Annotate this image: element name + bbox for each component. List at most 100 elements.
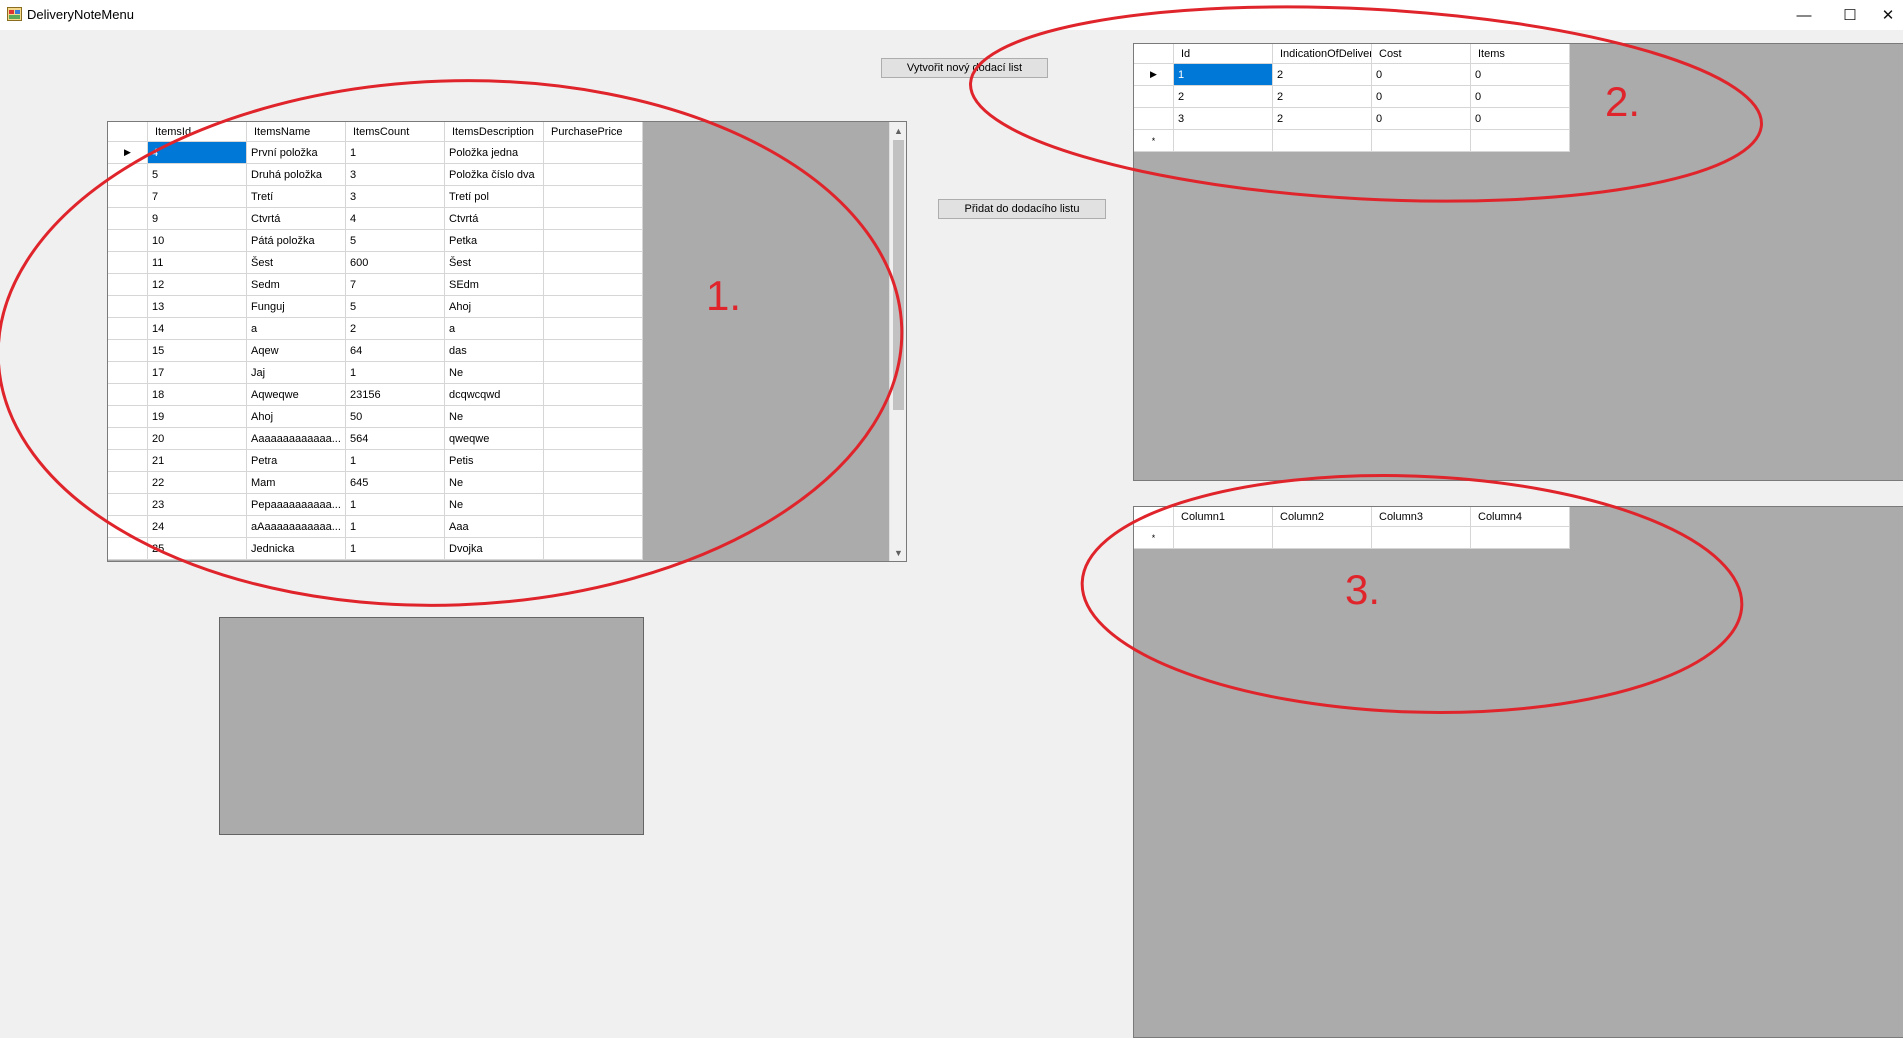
table-cell[interactable] [1372, 130, 1471, 152]
table-cell[interactable]: Funguj [247, 296, 346, 318]
add-to-delivery-note-button[interactable]: Přidat do dodacího listu [938, 199, 1106, 219]
table-cell[interactable]: das [445, 340, 544, 362]
table-cell[interactable]: 64 [346, 340, 445, 362]
table-cell[interactable] [544, 538, 643, 560]
table-cell[interactable] [544, 164, 643, 186]
table-cell[interactable]: 0 [1372, 86, 1471, 108]
table-row[interactable]: ▶ 1 2 0 0 [1134, 64, 1570, 86]
table-cell[interactable]: Ne [445, 406, 544, 428]
row-header[interactable] [108, 516, 148, 538]
row-header[interactable] [108, 428, 148, 450]
row-header[interactable] [108, 164, 148, 186]
table-cell[interactable]: 5 [346, 296, 445, 318]
row-header[interactable] [108, 362, 148, 384]
table-cell[interactable]: Aqew [247, 340, 346, 362]
table-cell[interactable]: 7 [148, 186, 247, 208]
row-header[interactable] [108, 406, 148, 428]
column-header[interactable]: Column2 [1273, 507, 1372, 527]
table-cell[interactable]: 2 [1273, 64, 1372, 86]
table-cell[interactable]: 3 [1174, 108, 1273, 130]
table-cell[interactable]: 1 [346, 142, 445, 164]
table-row[interactable]: 14 a 2 a [108, 318, 643, 340]
column-header[interactable]: ItemsCount [346, 122, 445, 142]
table-cell[interactable]: 600 [346, 252, 445, 274]
row-header[interactable] [108, 252, 148, 274]
table-cell[interactable] [1471, 130, 1570, 152]
table-row[interactable]: 13 Funguj 5 Ahoj [108, 296, 643, 318]
table-cell[interactable]: 1 [346, 516, 445, 538]
row-header[interactable] [108, 494, 148, 516]
table-cell[interactable]: 1 [346, 494, 445, 516]
row-header[interactable] [108, 450, 148, 472]
table-cell[interactable] [1174, 527, 1273, 549]
table-row[interactable]: 19 Ahoj 50 Ne [108, 406, 643, 428]
table-row[interactable]: 15 Aqew 64 das [108, 340, 643, 362]
table-cell[interactable]: Pátá položka [247, 230, 346, 252]
table-cell[interactable]: 19 [148, 406, 247, 428]
row-header[interactable] [108, 318, 148, 340]
table-cell[interactable]: Druhá položka [247, 164, 346, 186]
table-cell[interactable]: První položka [247, 142, 346, 164]
row-header[interactable] [108, 340, 148, 362]
table-cell[interactable] [544, 362, 643, 384]
table-cell[interactable]: 25 [148, 538, 247, 560]
table-cell[interactable]: Ne [445, 472, 544, 494]
row-header[interactable] [108, 538, 148, 560]
scroll-down-icon[interactable]: ▼ [890, 544, 906, 561]
table-cell[interactable]: 22 [148, 472, 247, 494]
table-cell[interactable]: Jednicka [247, 538, 346, 560]
column-header[interactable]: Column1 [1174, 507, 1273, 527]
table-cell[interactable]: 2 [1273, 108, 1372, 130]
table-cell[interactable]: 9 [148, 208, 247, 230]
table-row[interactable]: 18 Aqweqwe 23156 dcqwcqwd [108, 384, 643, 406]
column-header[interactable]: ItemsId [148, 122, 247, 142]
table-cell[interactable]: 0 [1471, 86, 1570, 108]
column-header[interactable]: Id [1174, 44, 1273, 64]
table-cell[interactable] [544, 318, 643, 340]
column-header[interactable]: Cost [1372, 44, 1471, 64]
table-row[interactable]: 17 Jaj 1 Ne [108, 362, 643, 384]
current-row-arrow-icon[interactable]: ▶ [1134, 64, 1174, 86]
table-cell[interactable] [1174, 130, 1273, 152]
table-row[interactable]: 21 Petra 1 Petis [108, 450, 643, 472]
table-cell[interactable]: 17 [148, 362, 247, 384]
table-cell[interactable]: 2 [1174, 86, 1273, 108]
table-cell[interactable]: a [247, 318, 346, 340]
table-cell[interactable]: Ctvrtá [247, 208, 346, 230]
table-cell[interactable]: 14 [148, 318, 247, 340]
table-cell[interactable] [544, 252, 643, 274]
row-header[interactable] [108, 208, 148, 230]
table-row[interactable]: 22 Mam 645 Ne [108, 472, 643, 494]
table-cell[interactable]: Ahoj [445, 296, 544, 318]
items-grid[interactable]: ItemsId ItemsName ItemsCount ItemsDescripti… [107, 121, 907, 562]
table-cell[interactable]: a [445, 318, 544, 340]
table-cell[interactable]: 1 [346, 538, 445, 560]
table-cell[interactable]: 0 [1372, 64, 1471, 86]
create-delivery-note-button[interactable]: Vytvořit nový dodací list [881, 58, 1048, 78]
table-row[interactable]: 11 Šest 600 Šest [108, 252, 643, 274]
table-cell[interactable]: 5 [148, 164, 247, 186]
scroll-up-icon[interactable]: ▲ [890, 122, 906, 139]
table-cell[interactable] [544, 142, 643, 164]
table-cell[interactable]: Pepaaaaaaaaaa... [247, 494, 346, 516]
table-cell[interactable]: Petra [247, 450, 346, 472]
items-grid-scrollbar[interactable]: ▲ ▼ [889, 122, 906, 561]
table-cell[interactable]: 23156 [346, 384, 445, 406]
table-cell[interactable]: 0 [1372, 108, 1471, 130]
column-header[interactable]: Items [1471, 44, 1570, 64]
current-row-arrow-icon[interactable]: ▶ [108, 142, 148, 164]
row-header[interactable] [108, 384, 148, 406]
table-row[interactable]: 24 aAaaaaaaaaaaa... 1 Aaa [108, 516, 643, 538]
table-row[interactable]: 3200 [1134, 108, 1570, 130]
new-row[interactable]: * [1134, 527, 1570, 549]
table-cell[interactable]: 2 [346, 318, 445, 340]
delivery-notes-grid[interactable]: Id IndicationOfDelivery Cost Items ▶ 1 2 0 0 2 2 0 0… [1133, 43, 1903, 481]
table-cell[interactable]: 21 [148, 450, 247, 472]
table-cell[interactable]: SEdm [445, 274, 544, 296]
table-row[interactable]: 12 Sedm 7 SEdm [108, 274, 643, 296]
table-cell[interactable]: aAaaaaaaaaaaa... [247, 516, 346, 538]
table-cell[interactable]: 13 [148, 296, 247, 318]
table-cell[interactable] [544, 450, 643, 472]
table-cell[interactable]: Šest [247, 252, 346, 274]
table-cell[interactable]: Aqweqwe [247, 384, 346, 406]
